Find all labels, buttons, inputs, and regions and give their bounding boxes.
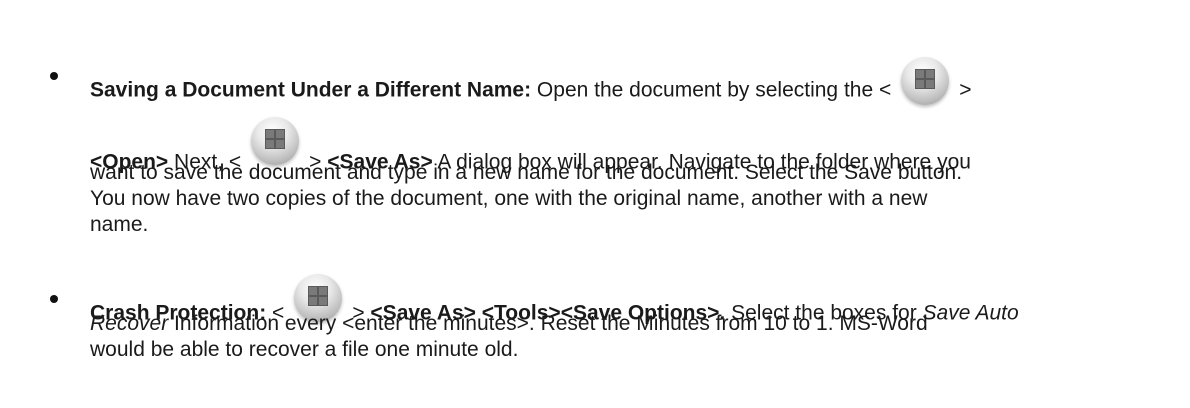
item-1-line-1: Saving a Document Under a Different Name… [90, 57, 972, 119]
item-2-line-2: Recover Information every <enter the min… [90, 312, 928, 335]
office-button-icon [893, 55, 957, 111]
item-1-line-4: You now have two copies of the document,… [90, 187, 928, 210]
item-1-title: Saving a Document Under a Different Name… [90, 78, 532, 102]
bullet-2 [50, 295, 58, 303]
item-2-line-3: would be able to recover a file one minu… [90, 338, 519, 361]
item-1-line-3: want to save the document and type in a … [90, 161, 963, 184]
bullet-1 [50, 72, 58, 80]
item-1-line-5: name. [90, 213, 149, 236]
